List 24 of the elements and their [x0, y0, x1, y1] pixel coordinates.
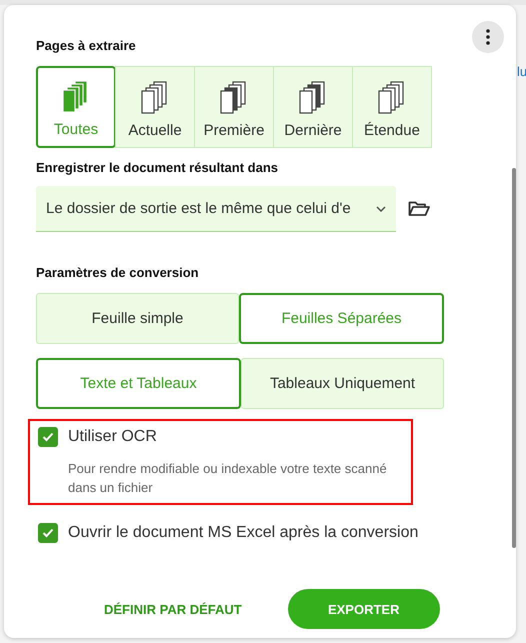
checkmark-icon: [42, 432, 54, 442]
option-description: Pour rendre modifiable ou indexable votre texte scanné dans un fichier: [68, 460, 388, 497]
background-text: lu: [517, 64, 526, 79]
scrollbar[interactable]: [512, 168, 516, 548]
folder-icon[interactable]: [408, 200, 430, 218]
checkmark-icon: [42, 528, 54, 538]
checkbox[interactable]: [38, 427, 58, 447]
chevron-down-icon: [376, 206, 386, 212]
page-option-tab[interactable]: Dernière: [273, 66, 353, 148]
section-title: Paramètres de conversion: [36, 265, 200, 282]
checkbox-label: Ouvrir le document MS Excel après la conversion: [68, 524, 418, 542]
page-option-tab[interactable]: Première: [194, 66, 274, 148]
page-option-tab[interactable]: Actuelle: [115, 66, 195, 148]
section-title: Enregistrer le document résultant dans: [36, 160, 280, 177]
more-menu-button[interactable]: [472, 21, 504, 53]
conversion-option-button[interactable]: Tableaux Uniquement: [241, 358, 444, 409]
checkbox-label: Utiliser OCR: [68, 428, 157, 446]
section-title: Pages à extraire: [36, 38, 137, 55]
conversion-option-button[interactable]: Feuille simple: [36, 293, 239, 344]
more-icon: [486, 29, 490, 45]
checkbox[interactable]: [38, 523, 58, 543]
output-folder-dropdown[interactable]: Le dossier de sortie est le même que celui d'e: [36, 186, 396, 232]
set-default-button[interactable]: DÉFINIR PAR DÉFAUT: [96, 598, 250, 620]
page-option-tab[interactable]: Étendue: [352, 66, 432, 148]
